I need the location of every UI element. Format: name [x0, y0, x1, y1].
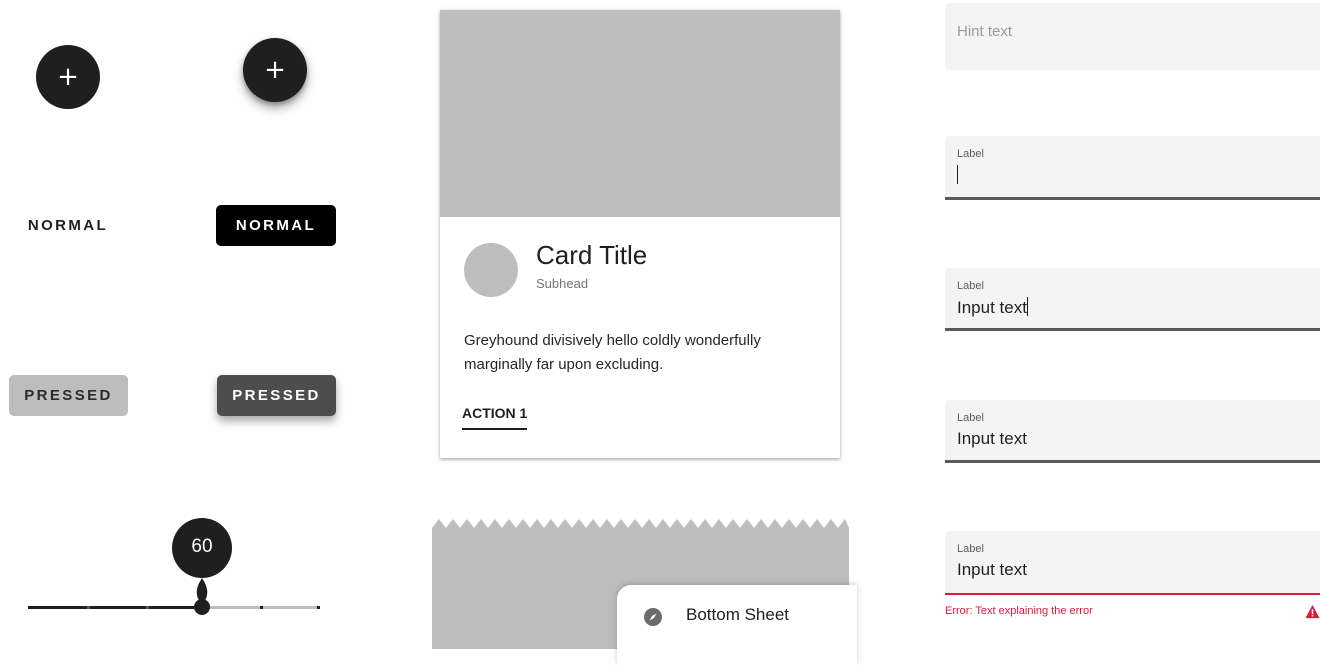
- card-supporting-text: Greyhound divisively hello coldly wonder…: [464, 332, 761, 373]
- slider-tick: [87, 606, 90, 609]
- normal-text-button[interactable]: NORMAL: [18, 205, 118, 246]
- slider-tick: [146, 606, 149, 609]
- fab-plus-button-elevated[interactable]: +: [243, 38, 307, 102]
- slider-tick: [260, 606, 263, 609]
- field-label: Label: [957, 148, 984, 160]
- field-label: Label: [957, 543, 984, 555]
- text-caret: [1026, 297, 1028, 316]
- hint-text-field[interactable]: Hint text: [945, 3, 1320, 70]
- bottom-sheet-item-label: Bottom Sheet: [686, 605, 790, 624]
- field-value: [957, 165, 958, 186]
- card-title: Card Title: [536, 240, 648, 270]
- pressed-text-button[interactable]: PRESSED: [9, 375, 128, 416]
- normal-contained-button[interactable]: NORMAL: [216, 205, 336, 246]
- slider-tick: [317, 606, 320, 609]
- card-action-button[interactable]: ACTION 1: [462, 405, 528, 430]
- focused-filled-field[interactable]: Label Input text: [945, 268, 1320, 331]
- field-underline-error: [945, 593, 1320, 595]
- compass-icon: [644, 608, 662, 626]
- avatar: [464, 243, 518, 297]
- field-underline: [945, 460, 1320, 463]
- card-subhead: Subhead: [536, 276, 589, 291]
- field-label: Label: [957, 412, 984, 424]
- field-underline: [945, 197, 1320, 200]
- slider-value-label: 60: [191, 536, 213, 557]
- plus-icon: +: [264, 55, 286, 85]
- focused-empty-field[interactable]: Label: [945, 136, 1320, 200]
- card-media: [440, 10, 840, 217]
- text-caret: [957, 165, 958, 184]
- hint-text: Hint text: [957, 23, 1013, 40]
- fab-plus-button[interactable]: +: [36, 45, 100, 109]
- filled-field[interactable]: Label Input text: [945, 400, 1320, 463]
- pressed-contained-button[interactable]: PRESSED: [217, 375, 336, 416]
- bottom-sheet[interactable]: Bottom Sheet: [617, 585, 857, 665]
- field-value: Input text: [957, 560, 1027, 579]
- field-underline: [945, 328, 1320, 331]
- field-error-message: Error: Text explaining the error: [945, 605, 1093, 617]
- field-value: Input text: [957, 429, 1027, 448]
- card: Card Title Subhead Greyhound divisively …: [440, 10, 840, 458]
- field-input-text: Input text: [957, 298, 1027, 317]
- field-label: Label: [957, 280, 984, 292]
- field-value: Input text: [957, 297, 1028, 318]
- error-field[interactable]: Label Input text: [945, 531, 1320, 595]
- warning-icon: [1305, 604, 1320, 619]
- slider-thumb[interactable]: [170, 516, 234, 620]
- plus-icon: +: [57, 62, 79, 92]
